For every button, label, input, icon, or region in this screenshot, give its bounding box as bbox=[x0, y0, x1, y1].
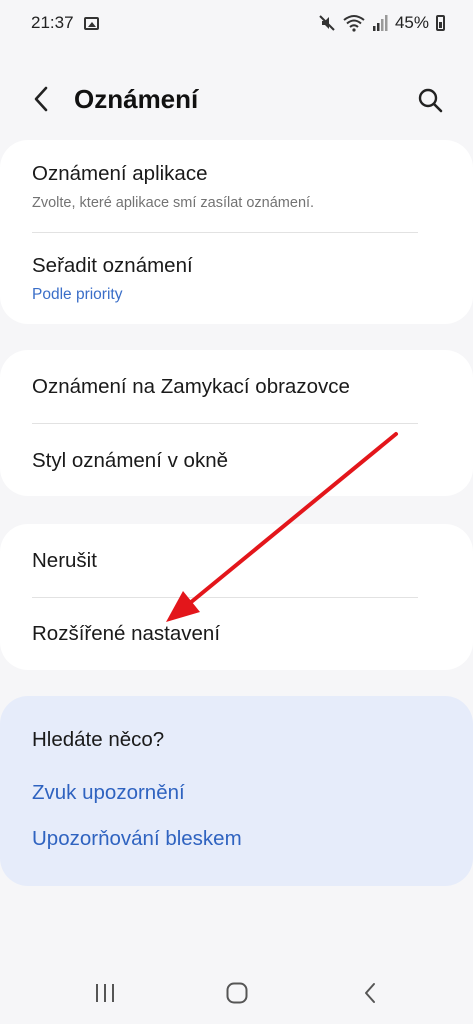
nav-back-button[interactable] bbox=[350, 976, 390, 1010]
status-time: 21:37 bbox=[31, 13, 74, 32]
system-nav-bar bbox=[0, 970, 473, 1016]
popup-style-item[interactable]: Styl oznámení v okně bbox=[0, 424, 473, 496]
search-button[interactable] bbox=[414, 84, 446, 116]
app-header: Oznámení bbox=[0, 70, 473, 128]
suggestions-card: Hledáte něco? Zvuk upozornění Upozorňová… bbox=[0, 696, 473, 886]
search-icon bbox=[418, 88, 443, 113]
mute-icon bbox=[319, 15, 335, 31]
item-title: Oznámení na Zamykací obrazovce bbox=[32, 375, 350, 398]
status-right: 45% bbox=[318, 13, 445, 33]
recent-apps-button[interactable] bbox=[85, 976, 125, 1010]
do-not-disturb-item[interactable]: Nerušit bbox=[0, 524, 473, 597]
item-subtitle: Zvolte, které aplikace smí zasílat oznám… bbox=[32, 195, 315, 211]
home-button[interactable] bbox=[217, 976, 257, 1010]
status-bar: 21:37 45% bbox=[0, 0, 473, 46]
suggestions-title: Hledáte něco? bbox=[32, 728, 165, 751]
settings-group-1: Oznámení aplikace Zvolte, které aplikace… bbox=[0, 140, 473, 324]
suggestion-link-flash-notification[interactable]: Upozorňování bleskem bbox=[32, 827, 242, 851]
item-title: Rozšířené nastavení bbox=[32, 622, 221, 645]
sort-notifications-item[interactable]: Seřadit oznámení Podle priority bbox=[0, 233, 473, 324]
back-button[interactable] bbox=[26, 84, 56, 114]
item-title: Seřadit oznámení bbox=[32, 254, 193, 277]
item-title: Styl oznámení v okně bbox=[32, 449, 228, 472]
back-icon bbox=[365, 983, 375, 1003]
settings-group-2: Oznámení na Zamykací obrazovce Styl ozná… bbox=[0, 350, 473, 496]
wifi-icon bbox=[343, 15, 365, 32]
item-title: Nerušit bbox=[32, 549, 97, 572]
settings-screen: 21:37 45% Oznámení Oznámení aplikace Zvo… bbox=[0, 0, 473, 1024]
page-title: Oznámení bbox=[74, 84, 199, 114]
recent-apps-icon bbox=[96, 984, 114, 1002]
lock-screen-notifications-item[interactable]: Oznámení na Zamykací obrazovce bbox=[0, 350, 473, 423]
settings-group-3: Nerušit Rozšířené nastavení bbox=[0, 524, 473, 670]
item-subtitle: Podle priority bbox=[32, 286, 123, 303]
status-left: 21:37 bbox=[31, 13, 99, 33]
home-icon bbox=[226, 982, 248, 1004]
gallery-icon bbox=[83, 16, 99, 30]
app-notifications-item[interactable]: Oznámení aplikace Zvolte, které aplikace… bbox=[0, 140, 473, 232]
suggestion-link-notification-sound[interactable]: Zvuk upozornění bbox=[32, 781, 185, 805]
chevron-left-icon bbox=[34, 86, 48, 112]
signal-icon bbox=[372, 15, 388, 31]
battery-percent: 45% bbox=[394, 13, 429, 32]
battery-icon bbox=[436, 15, 445, 31]
advanced-settings-item[interactable]: Rozšířené nastavení bbox=[0, 598, 473, 670]
item-title: Oznámení aplikace bbox=[32, 162, 208, 185]
